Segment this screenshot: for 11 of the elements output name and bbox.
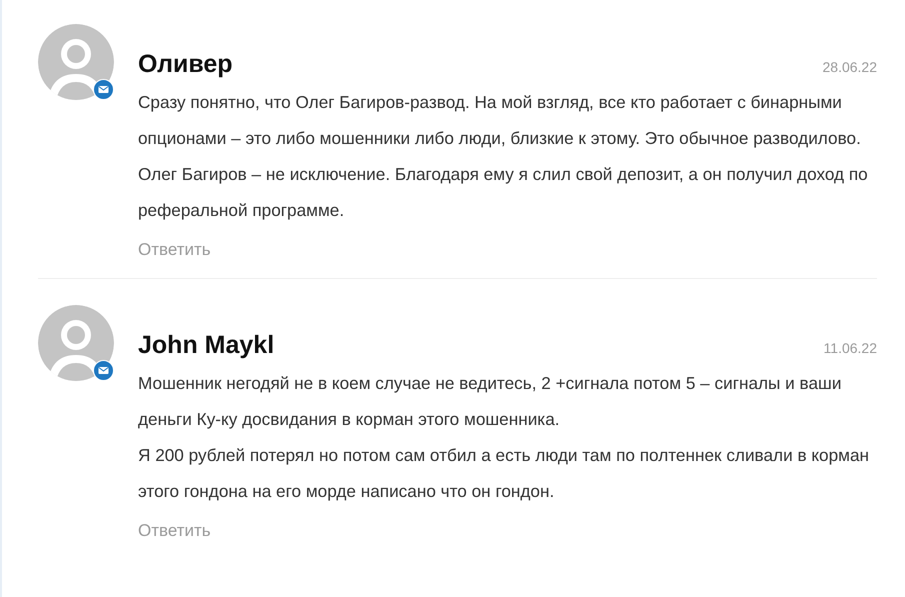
author-name: John Maykl bbox=[138, 331, 274, 360]
comment-text: Я 200 рублей потерял но потом сам отбил а есть люди там по полтеннек сливали в корман этого гондона на его морде написано что он гондон. bbox=[138, 444, 870, 503]
mail-icon bbox=[93, 360, 114, 381]
reply-link[interactable]: Ответить bbox=[138, 240, 211, 260]
reply-link[interactable]: Ответить bbox=[138, 521, 211, 541]
author-name: Оливер bbox=[138, 50, 233, 79]
comment-date: 11.06.22 bbox=[824, 340, 877, 356]
comment-date: 28.06.22 bbox=[822, 59, 877, 75]
mail-icon bbox=[93, 79, 114, 100]
comment-text: Сразу понятно, что Олег Багиров-развод. На мой взгляд, все кто работает с бинарными опционами – это либо мошенники либо люди, близкие к этому. Это обычное разводилово. Олег Багиров – не исключение. Благодаря ему я слил свой депозит, а он получил доход по реферальной программе. bbox=[138, 91, 869, 222]
comment-text: Мошенник негодяй не в коем случае не ведитесь, 2 +сигнала потом 5 – сигналы и ваши деньги Ку-ку досвидания в корман этого мошенника. bbox=[138, 372, 842, 431]
